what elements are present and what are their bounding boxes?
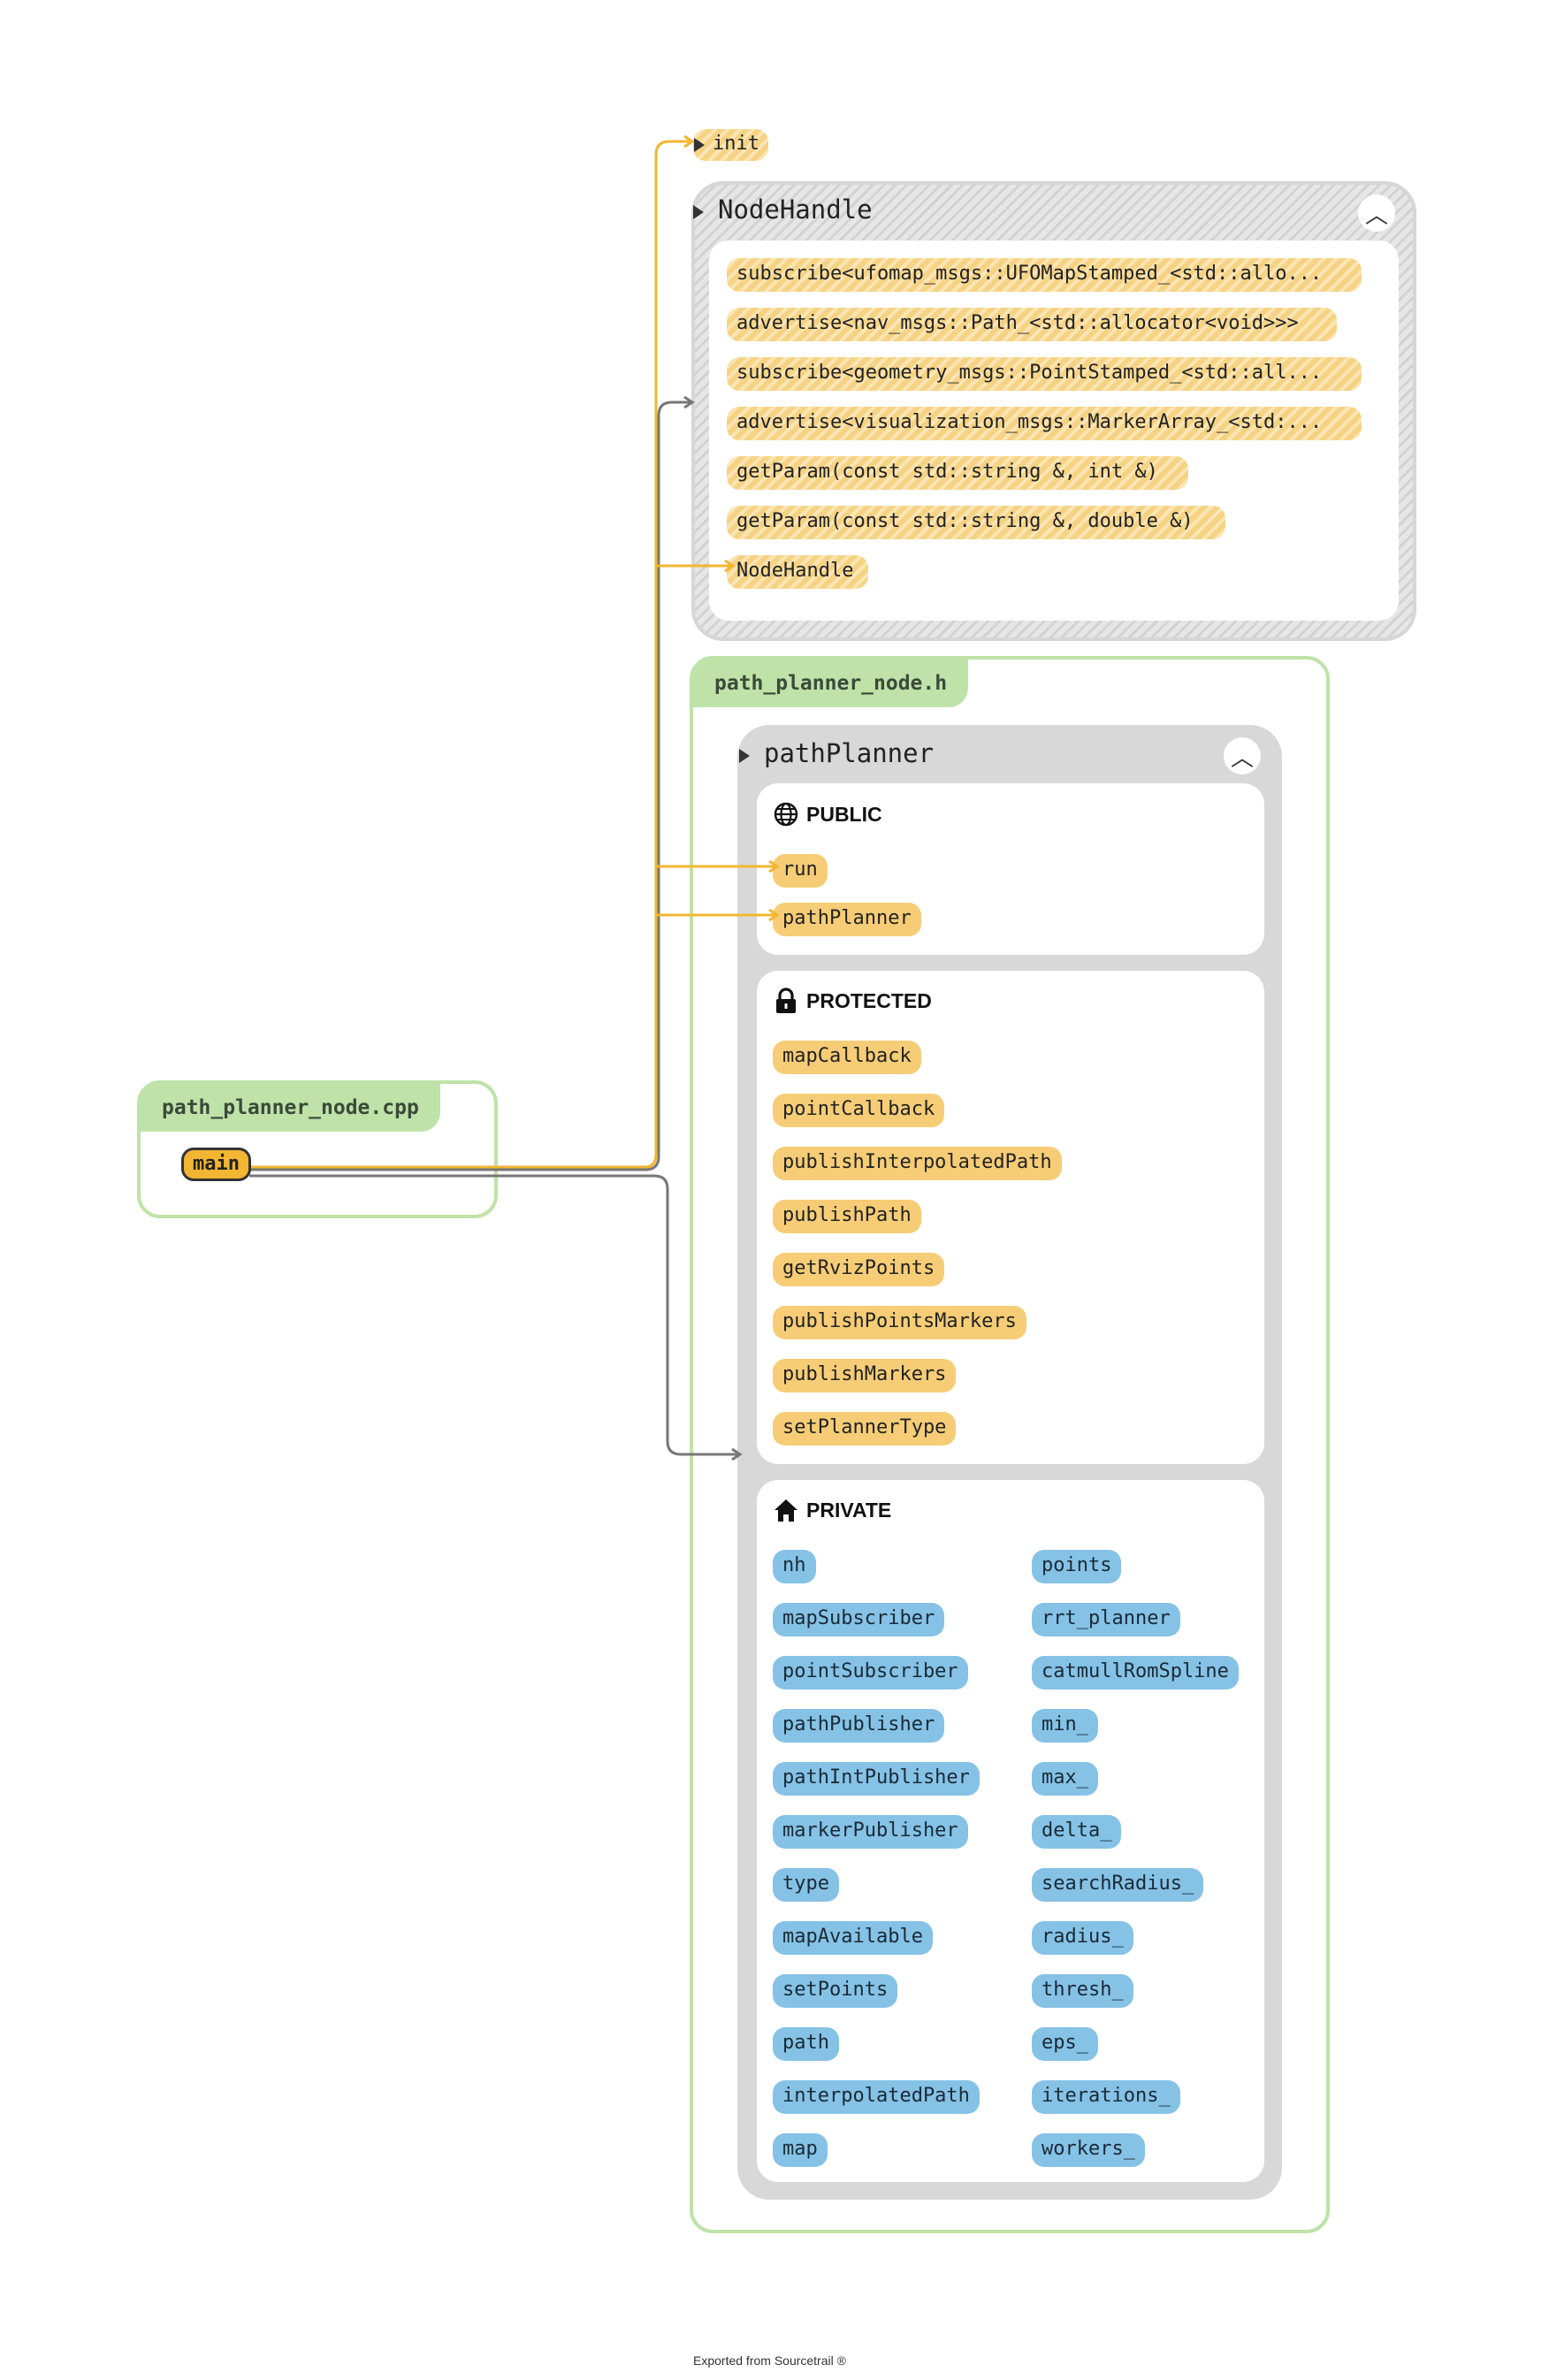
member-map[interactable]: map <box>773 2133 828 2167</box>
member-markerpublisher[interactable]: markerPublisher <box>773 1815 968 1849</box>
member-getparam-int[interactable]: getParam(const std::string &, int &) <box>727 456 1188 490</box>
member-publishinterpolatedpath[interactable]: publishInterpolatedPath <box>773 1147 1062 1180</box>
member-publishmarkers[interactable]: publishMarkers <box>773 1359 957 1392</box>
edge-main-to-init <box>249 141 691 1169</box>
cpp-file-tab[interactable]: path_planner_node.cpp <box>141 1084 440 1132</box>
member-setpoints[interactable]: setPoints <box>773 1974 898 2008</box>
public-header: PUBLIC <box>773 801 882 828</box>
private-label: PRIVATE <box>806 1498 892 1522</box>
member-getparam-double[interactable]: getParam(const std::string &, double &) <box>727 506 1225 539</box>
member-catmullromspline[interactable]: catmullRomSpline <box>1032 1656 1239 1690</box>
expand-triangle-icon[interactable] <box>739 749 750 763</box>
member-max[interactable]: max_ <box>1032 1762 1098 1796</box>
member-pathintpublisher[interactable]: pathIntPublisher <box>773 1762 980 1796</box>
member-publishpointsmarkers[interactable]: publishPointsMarkers <box>773 1306 1026 1339</box>
edge-main-to-nodehandle <box>249 402 691 1171</box>
member-subscribe-pointstamped[interactable]: subscribe<geometry_msgs::PointStamped_<s… <box>727 357 1362 391</box>
chevron-up-icon: ︿ <box>1364 202 1388 229</box>
header-file-tab[interactable]: path_planner_node.h <box>693 660 969 707</box>
collapse-button[interactable]: ︿ <box>1358 195 1395 232</box>
pathplanner-title[interactable]: pathPlanner <box>764 738 934 768</box>
member-publishpath[interactable]: publishPath <box>773 1200 921 1233</box>
member-points[interactable]: points <box>1032 1550 1122 1583</box>
member-workers[interactable]: workers_ <box>1032 2133 1145 2167</box>
member-subscribe-ufomap[interactable]: subscribe<ufomap_msgs::UFOMapStamped_<st… <box>727 258 1362 292</box>
private-header: PRIVATE <box>773 1497 891 1523</box>
collapse-button[interactable]: ︿ <box>1224 737 1261 774</box>
protected-header: PROTECTED <box>773 988 932 1014</box>
member-advertise-path[interactable]: advertise<nav_msgs::Path_<std::allocator… <box>727 308 1337 341</box>
member-delta[interactable]: delta_ <box>1032 1815 1122 1849</box>
member-searchradius[interactable]: searchRadius_ <box>1032 1868 1204 1902</box>
member-nodehandle-ctor[interactable]: NodeHandle <box>727 555 868 589</box>
member-pointsubscriber[interactable]: pointSubscriber <box>773 1656 968 1690</box>
member-setplannertype[interactable]: setPlannerType <box>773 1412 957 1446</box>
member-getrvizpoints[interactable]: getRvizPoints <box>773 1253 945 1286</box>
chevron-up-icon: ︿ <box>1230 744 1254 772</box>
lock-icon <box>776 988 796 1013</box>
member-mapsubscriber[interactable]: mapSubscriber <box>773 1603 945 1636</box>
member-radius[interactable]: radius_ <box>1032 1921 1133 1955</box>
member-rrt-planner[interactable]: rrt_planner <box>1032 1603 1180 1636</box>
member-type[interactable]: type <box>773 1868 839 1902</box>
member-interpolatedpath[interactable]: interpolatedPath <box>773 2080 980 2114</box>
member-advertise-markerarray[interactable]: advertise<visualization_msgs::MarkerArra… <box>727 407 1362 440</box>
expand-triangle-icon[interactable] <box>694 138 705 152</box>
member-pointcallback[interactable]: pointCallback <box>773 1094 945 1127</box>
house-icon <box>774 1499 797 1522</box>
member-min[interactable]: min_ <box>1032 1709 1098 1743</box>
member-pathpublisher[interactable]: pathPublisher <box>773 1709 945 1743</box>
member-mapcallback[interactable]: mapCallback <box>773 1041 921 1074</box>
member-nh[interactable]: nh <box>773 1550 816 1583</box>
globe-icon <box>774 802 798 827</box>
member-thresh[interactable]: thresh_ <box>1032 1974 1133 2008</box>
member-run[interactable]: run <box>773 854 828 888</box>
member-pathplanner-ctor[interactable]: pathPlanner <box>773 903 921 936</box>
member-iterations[interactable]: iterations_ <box>1032 2080 1180 2114</box>
member-path[interactable]: path <box>773 2027 839 2061</box>
public-label: PUBLIC <box>806 802 882 826</box>
main-function-node[interactable]: main <box>181 1148 251 1181</box>
expand-triangle-icon[interactable] <box>693 205 704 219</box>
protected-label: PROTECTED <box>806 988 932 1012</box>
nodehandle-title[interactable]: NodeHandle <box>718 195 873 225</box>
export-footer: Exported from Sourcetrail ® <box>693 2353 846 2368</box>
member-mapavailable[interactable]: mapAvailable <box>773 1921 933 1955</box>
member-eps[interactable]: eps_ <box>1032 2027 1098 2061</box>
